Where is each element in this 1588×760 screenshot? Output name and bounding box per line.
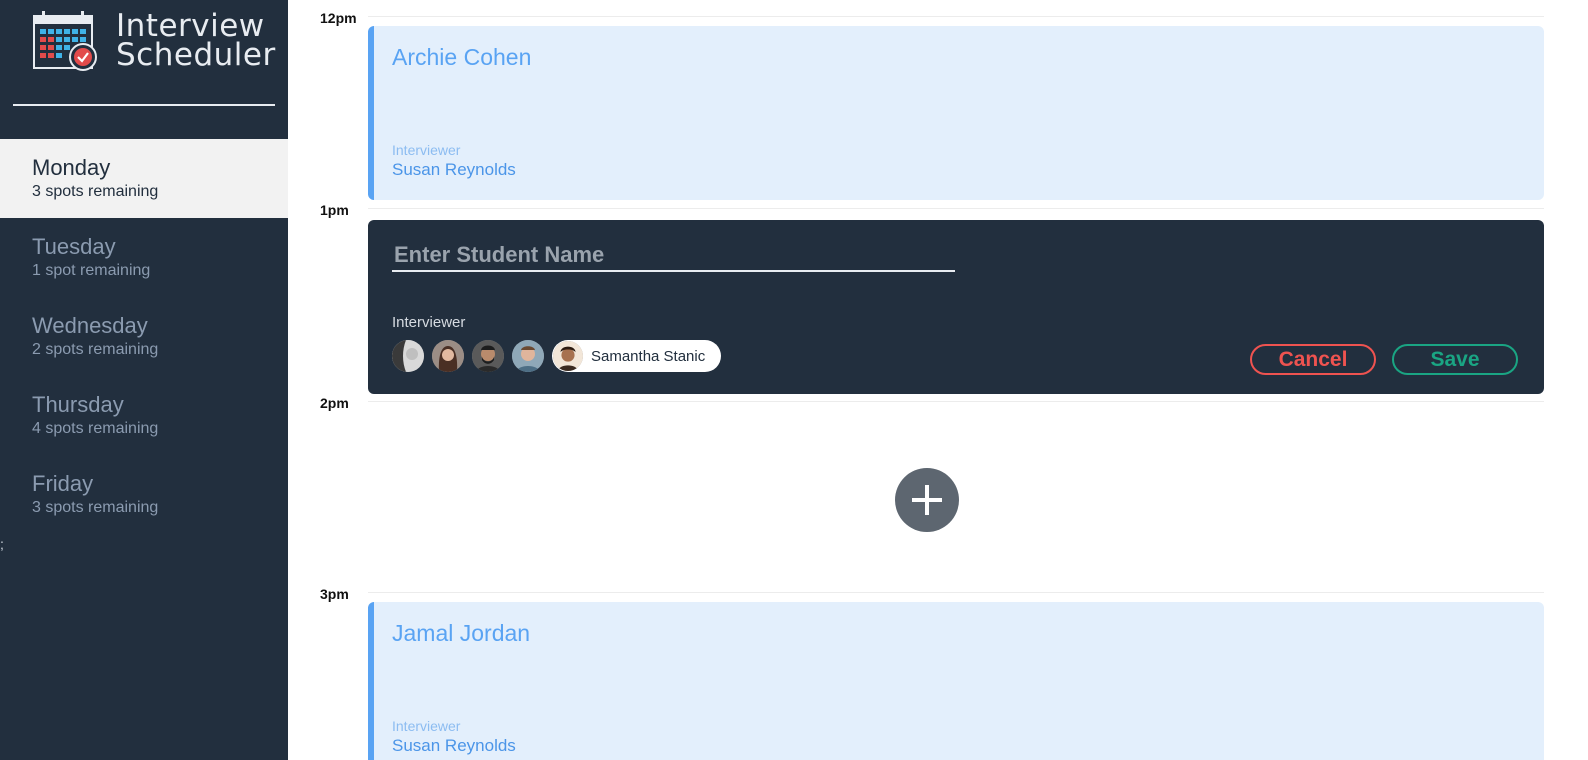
interviewer-avatar[interactable] <box>392 340 424 372</box>
logo: Interview Scheduler <box>32 10 275 75</box>
day-name: Wednesday <box>32 313 148 338</box>
app-title: Interview Scheduler <box>116 11 276 73</box>
appointment-card[interactable]: Archie Cohen Interviewer Susan Reynolds <box>368 26 1544 200</box>
time-label-3pm: 3pm <box>320 586 349 602</box>
appointment-form: Interviewer Samantha St <box>368 220 1544 394</box>
interviewer-list: Samantha Stanic <box>392 340 722 372</box>
calendar-check-icon <box>33 11 97 71</box>
interviewer-name: Susan Reynolds <box>392 736 516 755</box>
sidebar: Interview Scheduler Monday 3 spots remai… <box>0 0 288 760</box>
interviewer-label: Interviewer <box>392 718 461 734</box>
day-item-thursday[interactable]: Thursday 4 spots remaining <box>0 376 288 455</box>
day-spots: 1 spot remaining <box>32 262 151 279</box>
day-spots: 3 spots remaining <box>32 499 159 516</box>
interviewer-avatar[interactable] <box>472 340 504 372</box>
time-label-12pm: 12pm <box>320 10 357 26</box>
hour-divider <box>368 208 1544 209</box>
day-item-monday[interactable]: Monday 3 spots remaining <box>0 139 288 218</box>
interviewer-name: Susan Reynolds <box>392 160 516 179</box>
sidebar-separator <box>13 104 275 106</box>
day-name: Thursday <box>32 392 124 417</box>
cancel-button[interactable]: Cancel <box>1250 344 1376 375</box>
time-label-1pm: 1pm <box>320 202 349 218</box>
save-button[interactable]: Save <box>1392 344 1518 375</box>
hour-divider <box>368 401 1544 402</box>
app-root: Interview Scheduler Monday 3 spots remai… <box>0 0 1588 760</box>
selected-interviewer[interactable]: Samantha Stanic <box>552 340 722 372</box>
day-item-wednesday[interactable]: Wednesday 2 spots remaining <box>0 297 288 376</box>
interviewer-avatar[interactable] <box>512 340 544 372</box>
stray-text: ; <box>0 536 4 552</box>
add-appointment-button[interactable] <box>895 468 959 532</box>
time-label-2pm: 2pm <box>320 395 349 411</box>
day-name: Friday <box>32 471 94 496</box>
selected-interviewer-name: Samantha Stanic <box>591 347 706 365</box>
day-item-tuesday[interactable]: Tuesday 1 spot remaining <box>0 218 288 297</box>
day-item-friday[interactable]: Friday 3 spots remaining <box>0 455 288 534</box>
hour-divider <box>368 592 1544 593</box>
day-spots: 3 spots remaining <box>32 183 159 200</box>
interviewer-label: Interviewer <box>392 142 461 158</box>
appointment-card[interactable]: Jamal Jordan Interviewer Susan Reynolds <box>368 602 1544 760</box>
interviewer-avatar <box>553 341 583 371</box>
appointment-student: Archie Cohen <box>392 44 532 70</box>
schedule: 12pm Archie Cohen Interviewer Susan Reyn… <box>288 0 1588 760</box>
interviewer-label: Interviewer <box>392 314 466 331</box>
plus-icon <box>912 485 942 515</box>
day-name: Tuesday <box>32 234 116 259</box>
day-name: Monday <box>32 155 111 180</box>
student-name-input[interactable] <box>392 240 955 272</box>
day-spots: 4 spots remaining <box>32 420 159 437</box>
appointment-student: Jamal Jordan <box>392 620 531 646</box>
interviewer-avatar[interactable] <box>432 340 464 372</box>
app-title-line-2: Scheduler <box>116 37 276 73</box>
day-spots: 2 spots remaining <box>32 341 159 358</box>
hour-divider <box>368 16 1544 17</box>
day-list: Monday 3 spots remaining Tuesday 1 spot … <box>0 139 288 534</box>
